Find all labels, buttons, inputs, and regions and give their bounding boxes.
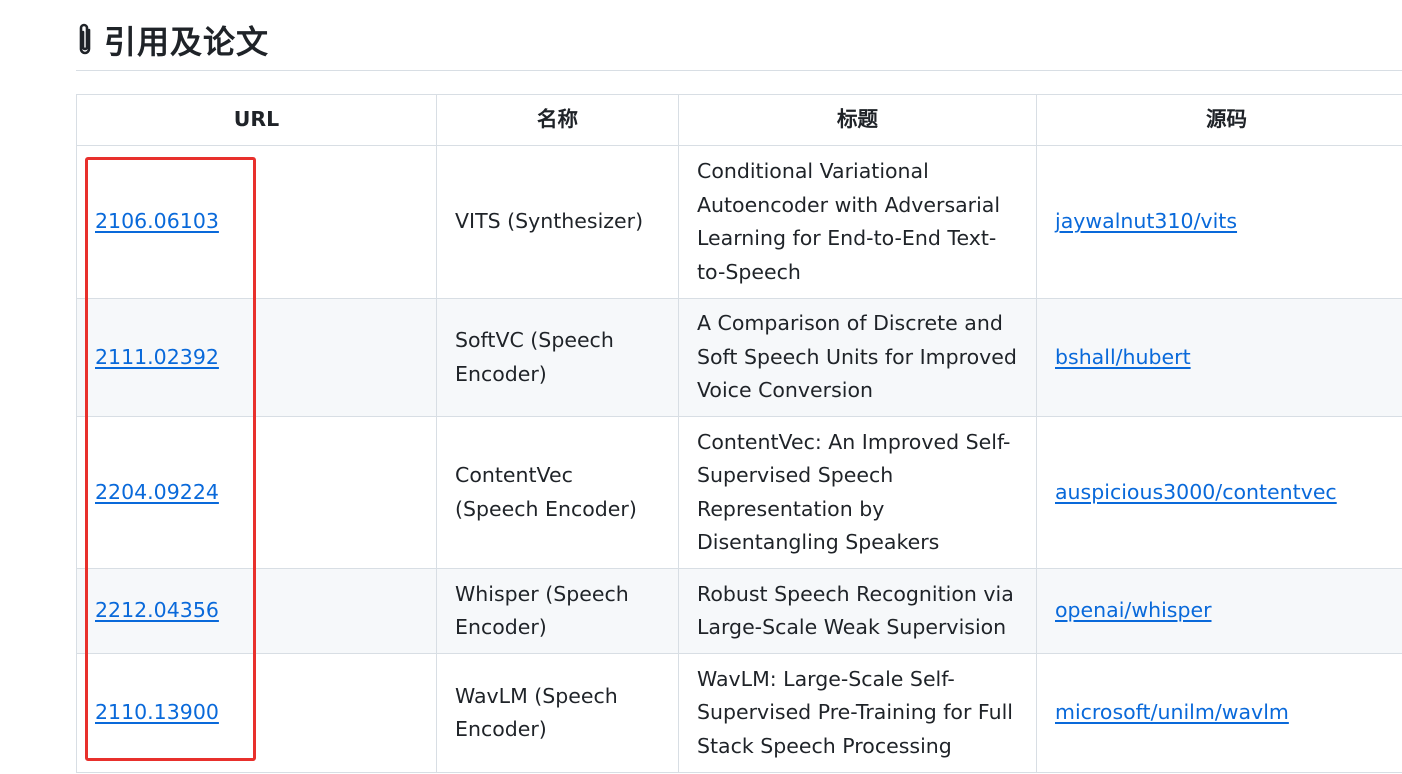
source-cell: openai/whisper <box>1036 568 1402 654</box>
paper-link[interactable]: 2110.13900 <box>95 700 219 724</box>
url-cell: 2110.13900 <box>76 653 437 773</box>
header-url: URL <box>76 94 437 146</box>
source-link[interactable]: openai/whisper <box>1055 598 1212 622</box>
name-cell: Whisper (Speech Encoder) <box>436 568 679 654</box>
paperclip-icon <box>76 22 94 58</box>
section-title: 引用及论文 <box>104 23 270 61</box>
name-cell: SoftVC (Speech Encoder) <box>436 298 679 417</box>
table-row: 2106.06103 VITS (Synthesizer) Conditiona… <box>76 145 1402 299</box>
url-cell: 2204.09224 <box>76 416 437 569</box>
source-link[interactable]: auspicious3000/contentvec <box>1055 480 1337 504</box>
header-title: 标题 <box>678 94 1037 146</box>
table-row: 2110.13900 WavLM (Speech Encoder) WavLM:… <box>76 653 1402 773</box>
source-cell: microsoft/unilm/wavlm <box>1036 653 1402 773</box>
source-cell: jaywalnut310/vits <box>1036 145 1402 299</box>
paper-link[interactable]: 2106.06103 <box>95 209 219 233</box>
url-cell: 2106.06103 <box>76 145 437 299</box>
table-row: 2204.09224 ContentVec (Speech Encoder) C… <box>76 416 1402 569</box>
title-cell: Robust Speech Recognition via Large-Scal… <box>678 568 1037 654</box>
page: 引用及论文 URL 名称 标题 源码 2106.06103 VITS (Synt… <box>0 0 1402 774</box>
table-row: 2212.04356 Whisper (Speech Encoder) Robu… <box>76 568 1402 654</box>
name-cell: VITS (Synthesizer) <box>436 145 679 299</box>
name-cell: ContentVec (Speech Encoder) <box>436 416 679 569</box>
title-cell: ContentVec: An Improved Self-Supervised … <box>678 416 1037 569</box>
source-cell: auspicious3000/contentvec <box>1036 416 1402 569</box>
header-name: 名称 <box>436 94 679 146</box>
section-heading: 引用及论文 <box>76 10 1402 71</box>
source-link[interactable]: jaywalnut310/vits <box>1055 209 1237 233</box>
table-row: 2111.02392 SoftVC (Speech Encoder) A Com… <box>76 298 1402 417</box>
table-header-row: URL 名称 标题 源码 <box>76 94 1402 146</box>
source-cell: bshall/hubert <box>1036 298 1402 417</box>
source-link[interactable]: bshall/hubert <box>1055 345 1191 369</box>
title-cell: A Comparison of Discrete and Soft Speech… <box>678 298 1037 417</box>
url-cell: 2212.04356 <box>76 568 437 654</box>
source-link[interactable]: microsoft/unilm/wavlm <box>1055 700 1289 724</box>
name-cell: WavLM (Speech Encoder) <box>436 653 679 773</box>
paper-link[interactable]: 2111.02392 <box>95 345 219 369</box>
title-cell: WavLM: Large-Scale Self-Supervised Pre-T… <box>678 653 1037 773</box>
url-cell: 2111.02392 <box>76 298 437 417</box>
header-source: 源码 <box>1036 94 1402 146</box>
paper-link[interactable]: 2212.04356 <box>95 598 219 622</box>
references-table: URL 名称 标题 源码 2106.06103 VITS (Synthesize… <box>76 94 1402 773</box>
title-cell: Conditional Variational Autoencoder with… <box>678 145 1037 299</box>
paper-link[interactable]: 2204.09224 <box>95 480 219 504</box>
